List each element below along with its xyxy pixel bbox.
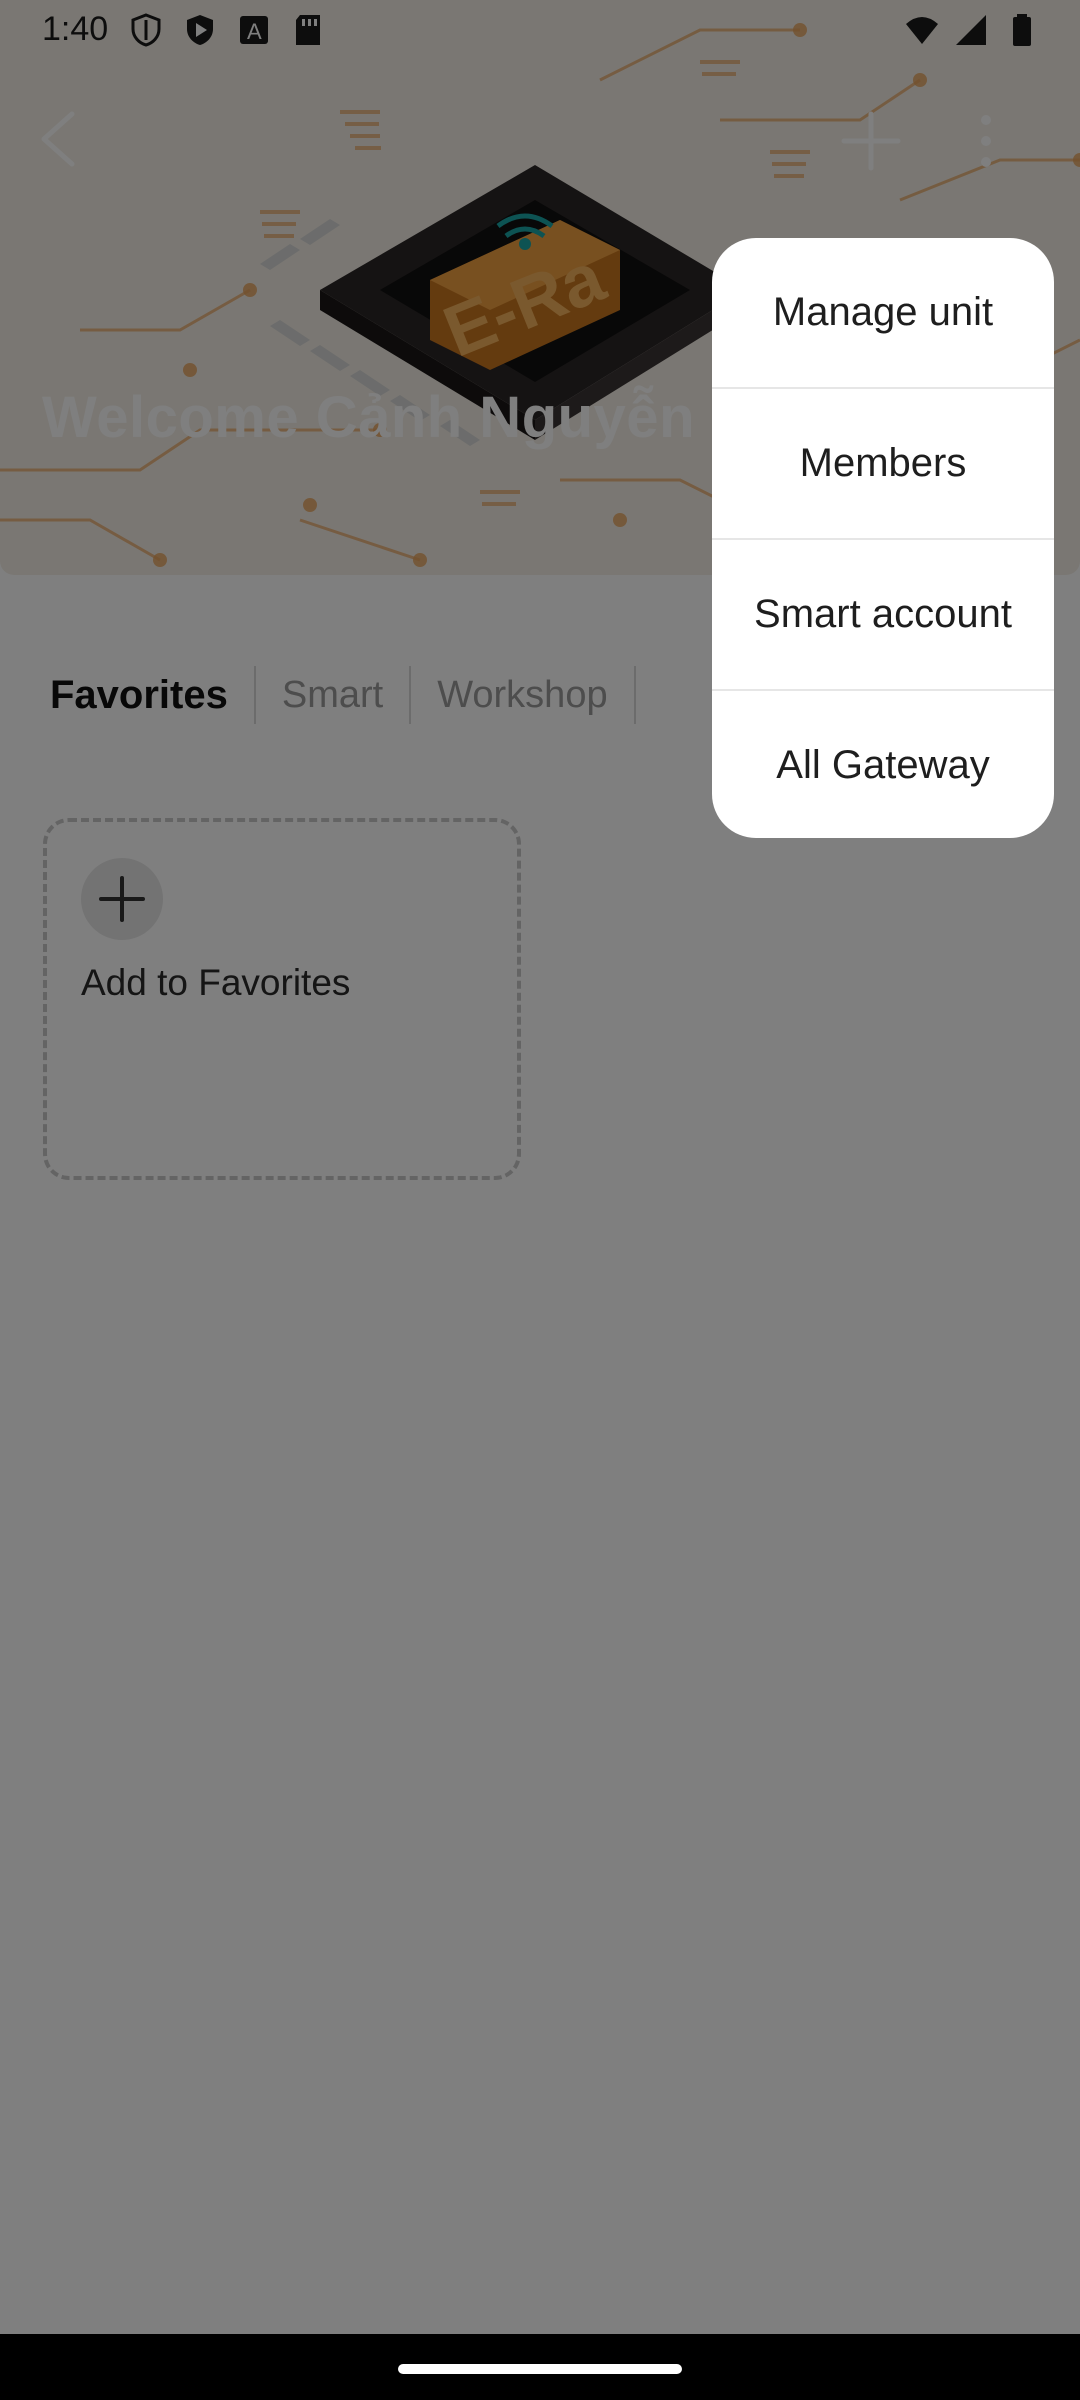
menu-item-all-gateway[interactable]: All Gateway [712,691,1054,838]
menu-item-smart-account[interactable]: Smart account [712,540,1054,691]
system-navigation-bar [0,2334,1080,2400]
overflow-menu: Manage unit Members Smart account All Ga… [712,238,1054,838]
menu-item-members[interactable]: Members [712,389,1054,540]
home-gesture-handle[interactable] [398,2364,682,2374]
menu-item-manage-unit[interactable]: Manage unit [712,238,1054,389]
